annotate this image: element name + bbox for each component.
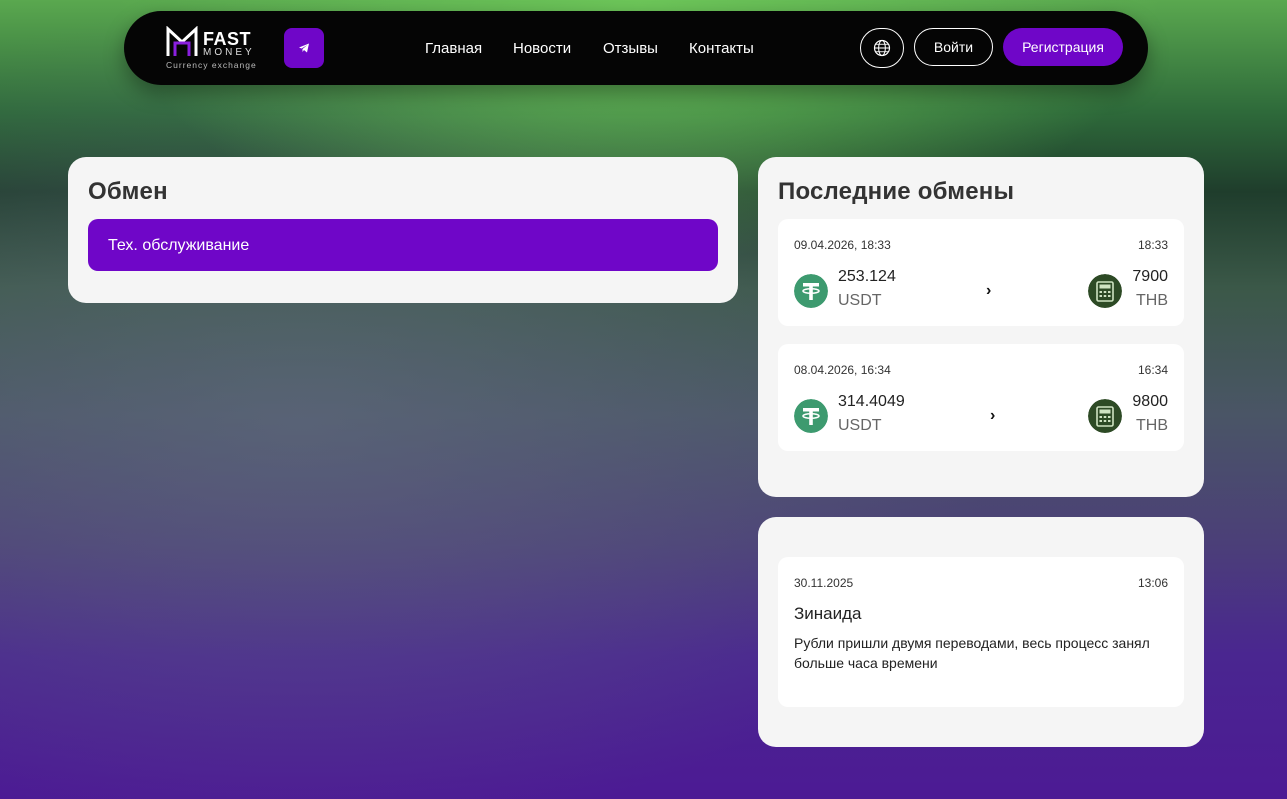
chevron-right-icon: › xyxy=(986,282,992,299)
logo[interactable]: FAST MONEY Currency exchange xyxy=(166,25,262,71)
chevron-right-icon: › xyxy=(990,407,996,424)
review-text: Рубли пришли двумя переводами, весь проц… xyxy=(794,635,1150,671)
globe-icon xyxy=(873,39,891,57)
to-amount: 9800 xyxy=(1132,393,1168,410)
telegram-icon xyxy=(299,43,309,53)
login-button[interactable]: Войти xyxy=(914,28,993,66)
review-date: 30.11.2025 xyxy=(794,576,854,590)
to-currency: THB xyxy=(1136,292,1168,309)
logo-tagline: Currency exchange xyxy=(166,60,257,70)
nav-reviews-link[interactable]: Отзывы xyxy=(603,40,658,57)
review-time: 13:06 xyxy=(1137,576,1168,590)
exchange-item[interactable]: 09.04.2026, 18:33 18:33 253.124 USDT › 7… xyxy=(778,219,1184,326)
maintenance-banner: Тех. обслуживание xyxy=(88,219,718,271)
from-amount: 314.4049 xyxy=(838,393,905,410)
reviews-card: 30.11.2025 13:06 Зинаида Рубли пришли дв… xyxy=(758,517,1204,747)
from-amount: 253.124 xyxy=(838,268,896,285)
review-item[interactable]: 30.11.2025 13:06 Зинаида Рубли пришли дв… xyxy=(778,557,1184,707)
review-author: Зинаида xyxy=(794,604,862,623)
language-button[interactable] xyxy=(860,28,904,68)
tether-icon xyxy=(794,274,828,308)
to-amount: 7900 xyxy=(1132,268,1168,285)
atm-icon xyxy=(1088,399,1122,433)
register-button[interactable]: Регистрация xyxy=(1003,28,1123,66)
from-currency: USDT xyxy=(838,417,882,434)
exchange-date: 09.04.2026, 18:33 xyxy=(794,238,891,252)
recent-exchanges-title: Последние обмены xyxy=(778,178,1015,205)
recent-exchanges-card: Последние обмены 09.04.2026, 18:33 18:33… xyxy=(758,157,1204,497)
exchange-card: Обмен Тех. обслуживание xyxy=(68,157,738,303)
telegram-button[interactable] xyxy=(284,28,324,68)
logo-mark-icon xyxy=(166,26,198,56)
nav-news-link[interactable]: Новости xyxy=(513,40,571,57)
atm-icon xyxy=(1088,274,1122,308)
nav-contacts-link[interactable]: Контакты xyxy=(689,40,754,57)
exchange-date: 08.04.2026, 16:34 xyxy=(794,363,891,377)
nav-home-link[interactable]: Главная xyxy=(425,40,482,57)
to-currency: THB xyxy=(1136,417,1168,434)
top-navbar: FAST MONEY Currency exchange Главная Нов… xyxy=(124,11,1148,85)
exchange-time: 16:34 xyxy=(1137,363,1168,377)
logo-money-text: MONEY xyxy=(203,47,255,58)
exchange-title: Обмен xyxy=(88,178,168,205)
tether-icon xyxy=(794,399,828,433)
exchange-time: 18:33 xyxy=(1137,238,1168,252)
from-currency: USDT xyxy=(838,292,882,309)
exchange-item[interactable]: 08.04.2026, 16:34 16:34 314.4049 USDT › … xyxy=(778,344,1184,451)
